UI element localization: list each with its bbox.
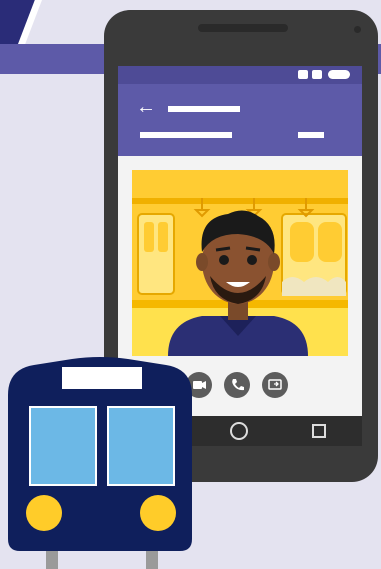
header-action[interactable] [298, 132, 324, 138]
back-arrow-icon[interactable]: ← [136, 97, 158, 117]
person-on-train-illustration [132, 170, 348, 356]
phone-icon [232, 379, 244, 391]
video-feed [132, 170, 348, 356]
screen-share-button[interactable] [262, 372, 288, 398]
subtitle-placeholder [140, 132, 232, 138]
phone-camera [354, 26, 361, 33]
screen-share-icon [268, 379, 282, 390]
phone-speaker [198, 24, 288, 32]
recent-apps-square-icon[interactable] [312, 424, 326, 438]
battery-icon [328, 70, 350, 79]
home-circle-icon[interactable] [230, 422, 248, 440]
status-indicator-icon [312, 70, 322, 79]
call-button[interactable] [224, 372, 250, 398]
title-placeholder [168, 106, 240, 112]
status-bar [118, 66, 362, 84]
train-front-icon [8, 357, 192, 569]
app-header: ← [118, 84, 362, 156]
status-indicator-icon [298, 70, 308, 79]
